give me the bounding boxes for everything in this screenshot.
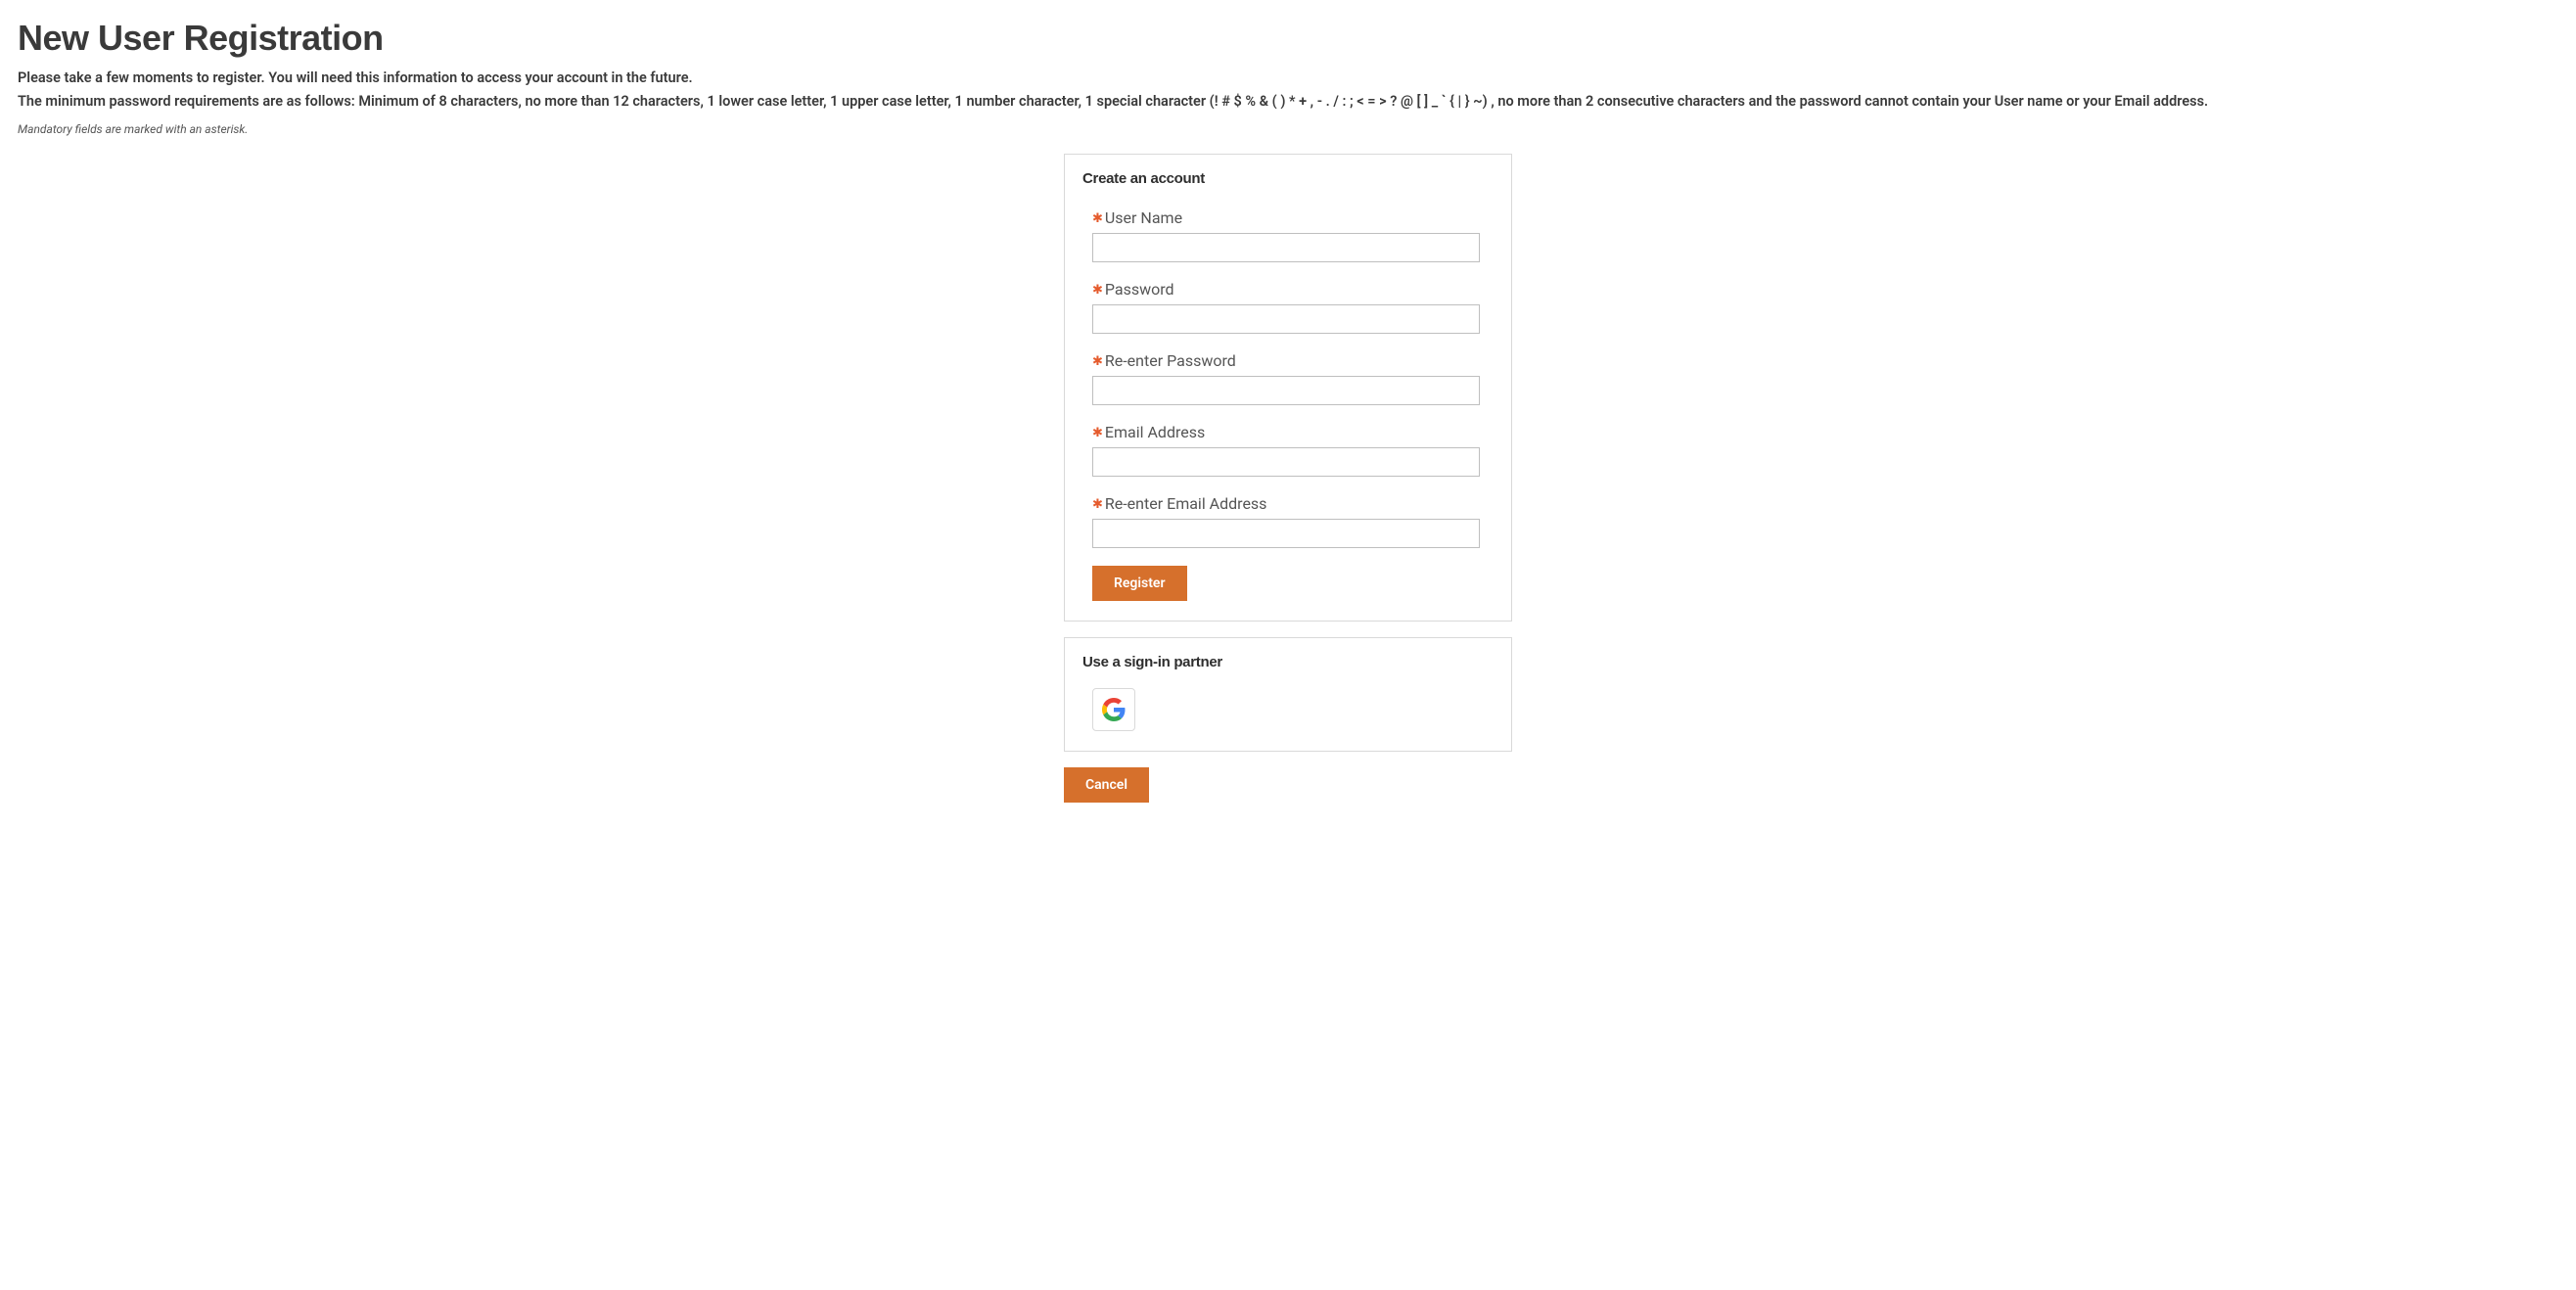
username-field-group: ✱User Name xyxy=(1082,208,1494,262)
reenter-email-label: ✱Re-enter Email Address xyxy=(1092,494,1484,513)
intro-text-2: The minimum password requirements are as… xyxy=(18,92,2558,112)
page-title: New User Registration xyxy=(18,18,2558,59)
email-input[interactable] xyxy=(1092,447,1480,477)
signin-partner-title: Use a sign-in partner xyxy=(1082,654,1494,670)
username-label-text: User Name xyxy=(1105,208,1182,227)
intro-text-1: Please take a few moments to register. Y… xyxy=(18,69,2558,88)
reenter-email-input[interactable] xyxy=(1092,519,1480,548)
username-label: ✱User Name xyxy=(1092,208,1484,227)
form-container: Create an account ✱User Name ✱Password ✱… xyxy=(1064,154,1512,803)
reenter-password-field-group: ✱Re-enter Password xyxy=(1082,351,1494,405)
required-asterisk-icon: ✱ xyxy=(1092,426,1103,440)
password-field-group: ✱Password xyxy=(1082,280,1494,334)
password-label: ✱Password xyxy=(1092,280,1484,299)
register-button[interactable]: Register xyxy=(1092,566,1187,601)
username-input[interactable] xyxy=(1092,233,1480,262)
reenter-email-field-group: ✱Re-enter Email Address xyxy=(1082,494,1494,548)
required-asterisk-icon: ✱ xyxy=(1092,283,1103,298)
cancel-button[interactable]: Cancel xyxy=(1064,767,1149,803)
email-label: ✱Email Address xyxy=(1092,423,1484,441)
required-asterisk-icon: ✱ xyxy=(1092,354,1103,369)
reenter-email-label-text: Re-enter Email Address xyxy=(1105,494,1267,513)
password-label-text: Password xyxy=(1105,280,1174,299)
create-account-card: Create an account ✱User Name ✱Password ✱… xyxy=(1064,154,1512,622)
google-icon xyxy=(1102,698,1126,721)
google-signin-button[interactable] xyxy=(1092,688,1135,731)
create-account-title: Create an account xyxy=(1082,170,1494,187)
mandatory-note: Mandatory fields are marked with an aste… xyxy=(18,122,2558,136)
signin-partner-card: Use a sign-in partner xyxy=(1064,637,1512,752)
required-asterisk-icon: ✱ xyxy=(1092,497,1103,512)
email-label-text: Email Address xyxy=(1105,423,1205,441)
email-field-group: ✱Email Address xyxy=(1082,423,1494,477)
reenter-password-label: ✱Re-enter Password xyxy=(1092,351,1484,370)
required-asterisk-icon: ✱ xyxy=(1092,211,1103,226)
password-input[interactable] xyxy=(1092,304,1480,334)
reenter-password-label-text: Re-enter Password xyxy=(1105,351,1236,370)
reenter-password-input[interactable] xyxy=(1092,376,1480,405)
